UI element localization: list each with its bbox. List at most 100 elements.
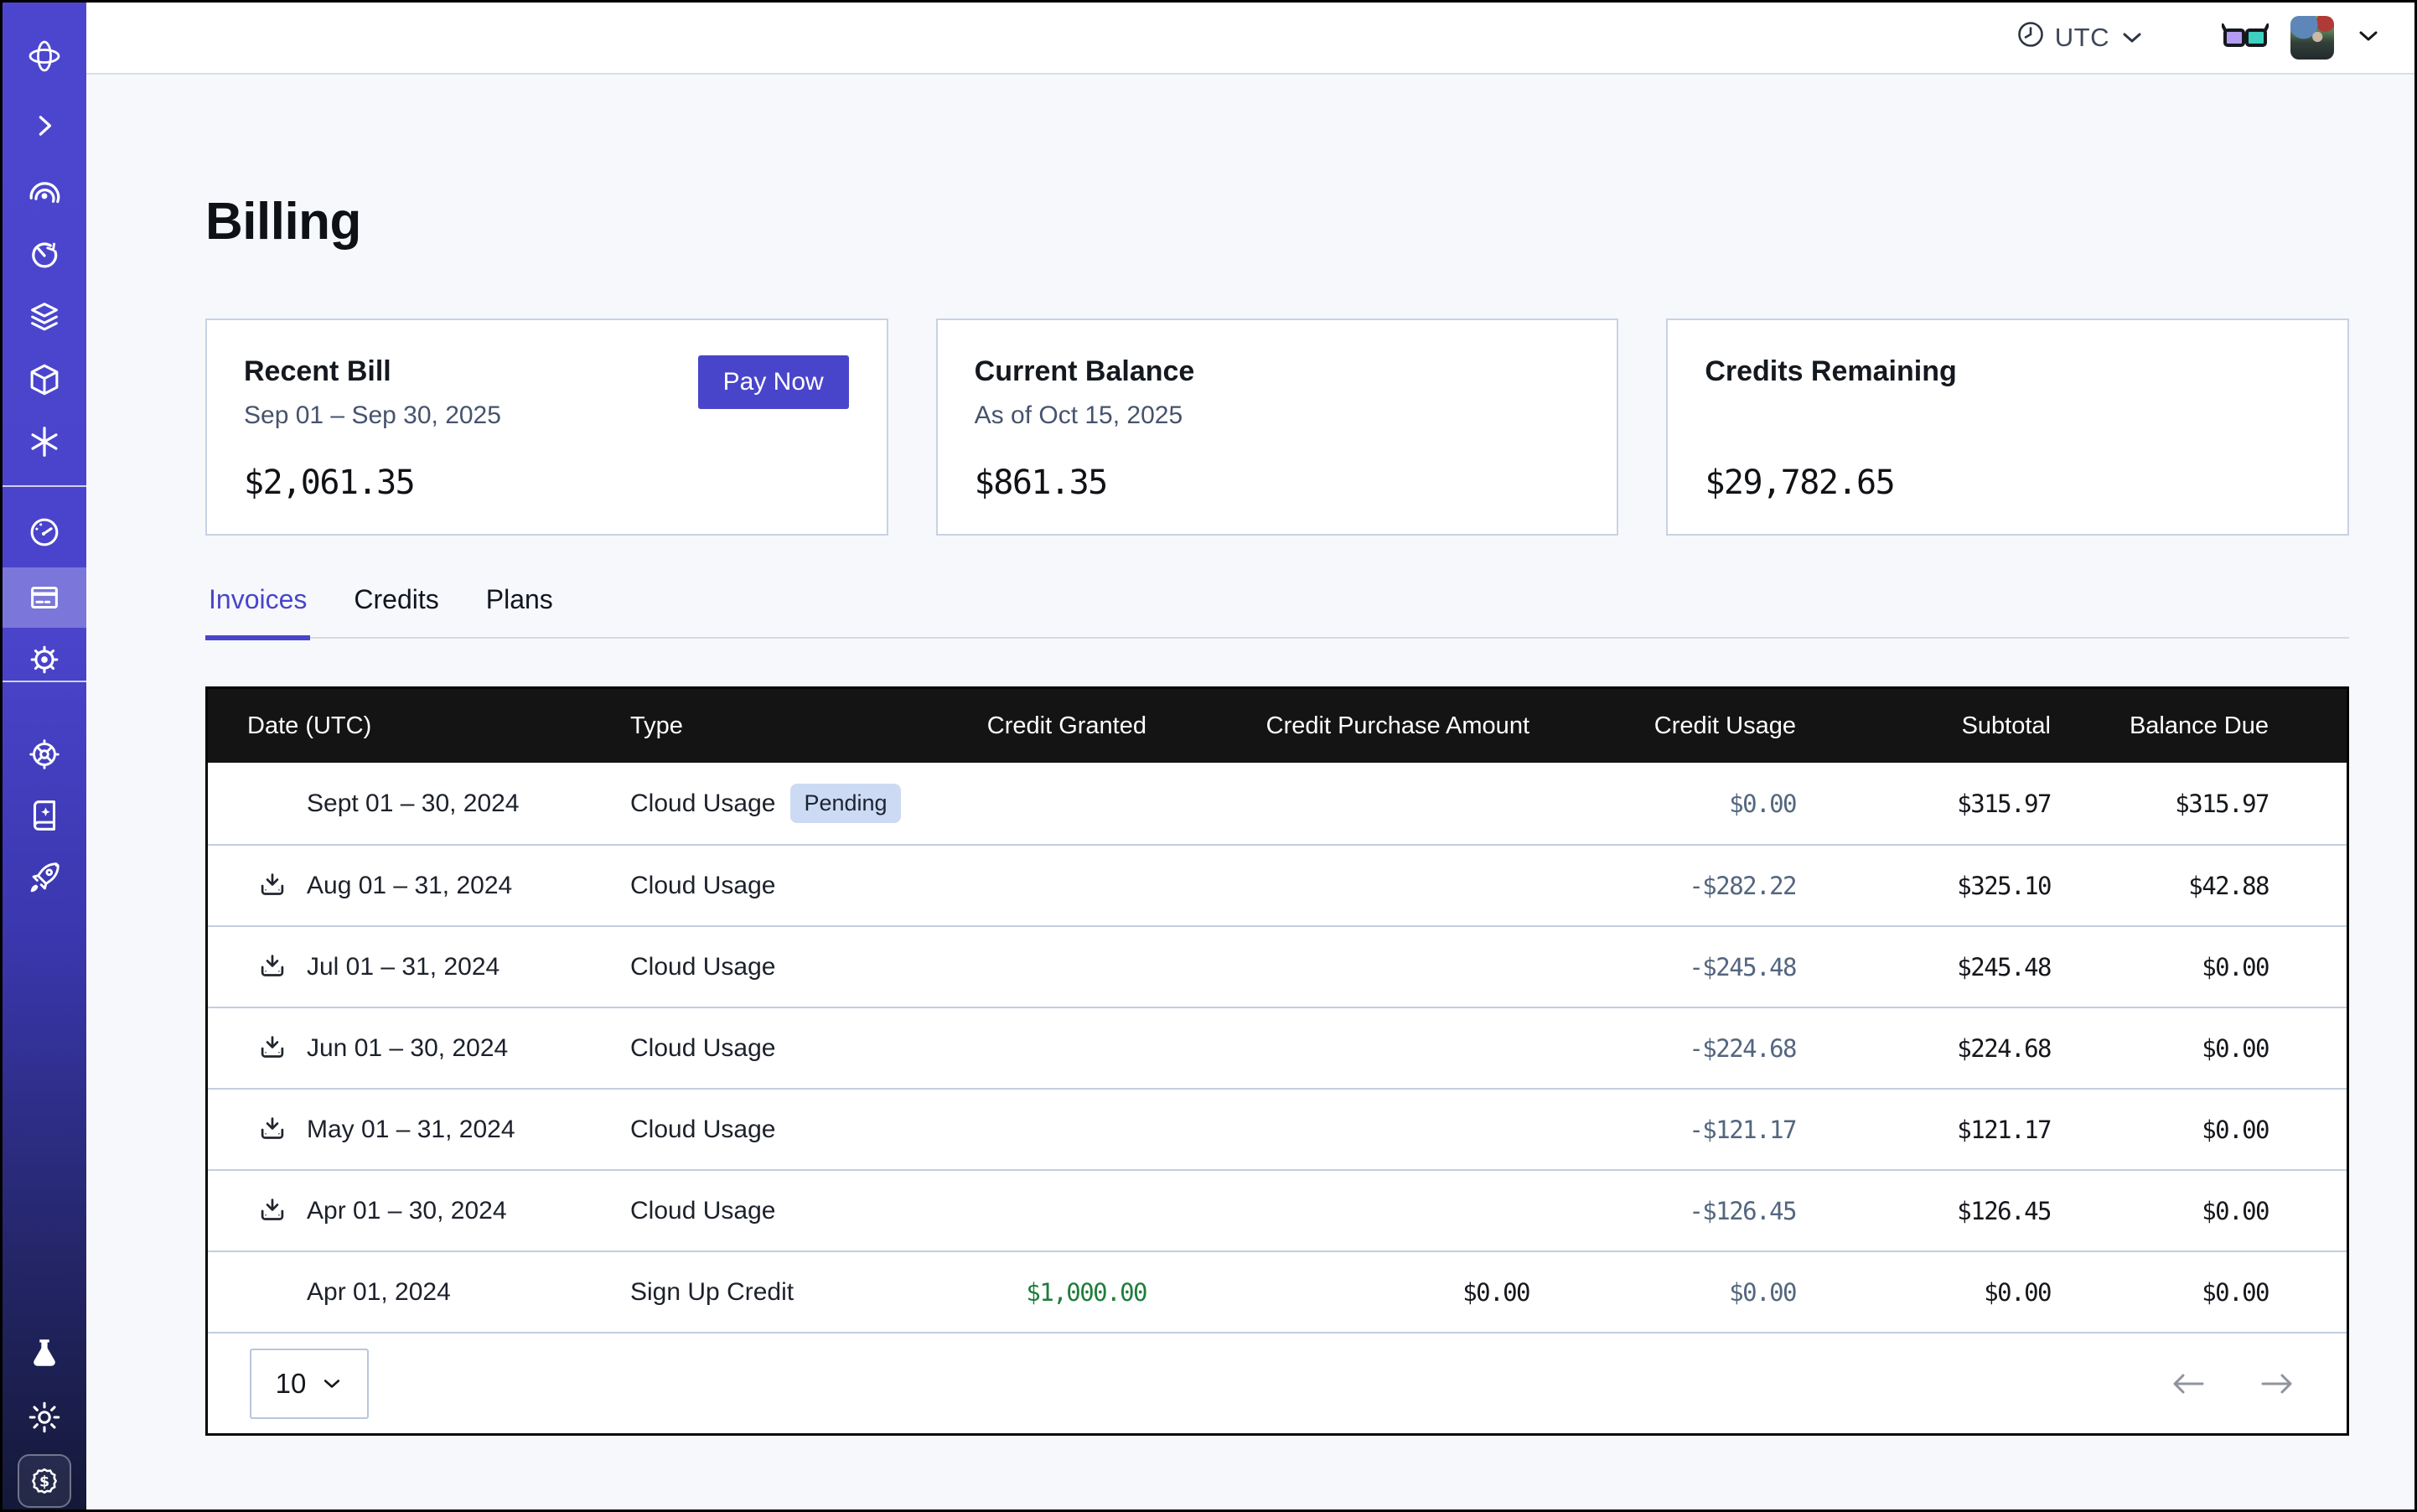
column-header: Subtotal <box>1796 712 2051 740</box>
tab-credits[interactable]: Credits <box>350 584 442 637</box>
invoice-type: Cloud Usage <box>630 790 775 818</box>
invoice-type: Cloud Usage <box>630 1034 775 1063</box>
subtotal-value: $325.10 <box>1796 872 2051 900</box>
invoice-type: Cloud Usage <box>630 872 775 900</box>
sidebar-divider <box>3 681 86 682</box>
theme-sun-icon[interactable] <box>3 1394 86 1441</box>
layers-icon[interactable] <box>3 294 86 341</box>
chevron-down-icon <box>2119 23 2145 53</box>
invoice-type: Sign Up Credit <box>630 1278 794 1307</box>
download-invoice-icon[interactable] <box>256 1113 289 1147</box>
expand-sidebar-chevron-icon[interactable] <box>3 102 86 149</box>
current-balance-card: Current Balance As of Oct 15, 2025 $861.… <box>936 318 1619 536</box>
credit-granted-value: $1,000.00 <box>882 1278 1146 1307</box>
credit-usage-value: -$121.17 <box>1529 1116 1796 1144</box>
column-header: Date (UTC) <box>208 712 630 740</box>
page-size-select[interactable]: 10 <box>250 1349 369 1419</box>
chevron-down-icon <box>321 1376 343 1391</box>
table-footer: 10 <box>208 1332 2347 1433</box>
avatar-image[interactable] <box>2290 16 2334 60</box>
card-title: Credits Remaining <box>1705 355 2311 388</box>
credit-usage-value: -$126.45 <box>1529 1197 1796 1225</box>
card-amount: $2,061.35 <box>244 463 850 502</box>
subtotal-value: $315.97 <box>1796 790 2051 818</box>
account-menu-chevron-icon[interactable] <box>2356 28 2381 49</box>
3d-glasses-icon[interactable] <box>2222 22 2269 54</box>
download-placeholder <box>256 1276 289 1309</box>
invoice-date-cell: Sept 01 – 30, 2024 <box>208 787 630 821</box>
invoice-date: Jun 01 – 30, 2024 <box>307 1034 508 1063</box>
credit-usage-value: $0.00 <box>1529 790 1796 818</box>
invoice-type-cell: Cloud Usage <box>630 872 882 900</box>
invoice-type: Cloud Usage <box>630 1116 775 1144</box>
table-row: Apr 01 – 30, 2024Cloud Usage-$126.45$126… <box>208 1169 2347 1251</box>
settings-gear-icon[interactable] <box>3 636 86 683</box>
invoice-type-cell: Cloud Usage <box>630 953 882 981</box>
next-page-arrow[interactable] <box>2258 1370 2296 1397</box>
download-invoice-icon[interactable] <box>256 869 289 903</box>
credit-usage-value: $0.00 <box>1529 1278 1796 1307</box>
table-row: May 01 – 31, 2024Cloud Usage-$121.17$121… <box>208 1088 2347 1169</box>
invoice-date: Apr 01 – 30, 2024 <box>307 1197 507 1225</box>
invoice-type-cell: Cloud Usage <box>630 1116 882 1144</box>
helm-wheel-icon[interactable] <box>3 731 86 778</box>
page-title: Billing <box>205 192 2349 251</box>
previous-page-arrow[interactable] <box>2169 1370 2207 1397</box>
table-header-row: Date (UTC)TypeCredit GrantedCredit Purch… <box>208 689 2347 763</box>
cube-icon[interactable] <box>3 356 86 403</box>
sidebar-item-billing[interactable] <box>3 567 86 628</box>
download-invoice-icon[interactable] <box>256 1194 289 1228</box>
card-amount: $861.35 <box>975 463 1581 502</box>
invoice-rows: Sept 01 – 30, 2024 Cloud Usage Pending $0.0… <box>208 763 2347 1332</box>
rocket-icon[interactable] <box>3 854 86 901</box>
balance-due-value: $0.00 <box>2051 953 2347 981</box>
invoice-date-cell: Jun 01 – 30, 2024 <box>208 1032 630 1065</box>
card-amount: $29,782.65 <box>1705 463 2311 502</box>
timer-icon[interactable] <box>3 232 86 279</box>
asterisk-icon[interactable] <box>3 418 86 465</box>
table-row: Apr 01, 2024 Sign Up Credit $1,000.00 $0.00… <box>208 1251 2347 1332</box>
observe-eye-icon[interactable] <box>3 170 86 217</box>
tab-plans[interactable]: Plans <box>483 584 556 637</box>
sidebar: $ <box>3 3 86 1509</box>
subtotal-value: $126.45 <box>1796 1197 2051 1225</box>
table-row: Aug 01 – 31, 2024 Cloud Usage -$282.22$325… <box>208 844 2347 925</box>
invoice-type-cell: Cloud Usage <box>630 1034 882 1063</box>
column-header: Credit Granted <box>882 712 1146 740</box>
balance-due-value: $0.00 <box>2051 1116 2347 1144</box>
invoice-date: Sept 01 – 30, 2024 <box>307 790 520 818</box>
clock-icon <box>2016 20 2045 55</box>
balance-due-value: $0.00 <box>2051 1278 2347 1307</box>
invoices-table: Date (UTC)TypeCredit GrantedCredit Purch… <box>205 686 2349 1436</box>
credits-remaining-card: Credits Remaining $29,782.65 <box>1666 318 2349 536</box>
invoice-type-cell: Sign Up Credit <box>630 1278 882 1307</box>
recent-bill-card: Recent Bill Sep 01 – Sep 30, 2025 $2,061… <box>205 318 888 536</box>
docs-book-icon[interactable] <box>3 792 86 839</box>
balance-due-value: $42.88 <box>2051 872 2347 900</box>
subtotal-value: $224.68 <box>1796 1034 2051 1063</box>
topbar: UTC <box>86 3 2414 75</box>
invoice-date: Aug 01 – 31, 2024 <box>307 872 512 900</box>
dashboard-gauge-icon[interactable] <box>3 509 86 556</box>
page-size-value: 10 <box>276 1368 307 1400</box>
credit-usage-value: -$282.22 <box>1529 872 1796 900</box>
pending-status-badge: Pending <box>790 784 900 823</box>
download-invoice-icon[interactable] <box>256 950 289 984</box>
table-row: Jul 01 – 31, 2024Cloud Usage-$245.48$245… <box>208 925 2347 1007</box>
logo-icon[interactable] <box>3 33 86 80</box>
download-invoice-icon[interactable] <box>256 1032 289 1065</box>
column-header: Type <box>630 712 882 740</box>
card-title: Current Balance <box>975 355 1581 388</box>
timezone-selector[interactable]: UTC <box>2016 20 2145 55</box>
download-placeholder <box>256 787 289 821</box>
pay-now-button[interactable]: Pay Now <box>698 355 849 409</box>
invoice-date: Apr 01, 2024 <box>307 1278 451 1307</box>
credits-dollar-badge-button[interactable]: $ <box>18 1454 71 1508</box>
table-row: Jun 01 – 30, 2024Cloud Usage-$224.68$224… <box>208 1007 2347 1088</box>
pagination-arrows <box>2169 1370 2296 1397</box>
tab-invoices[interactable]: Invoices <box>205 584 310 637</box>
billing-tabs: Invoices Credits Plans <box>205 584 2349 639</box>
timezone-label: UTC <box>2055 23 2109 53</box>
invoice-date-cell: Apr 01, 2024 <box>208 1276 630 1309</box>
labs-flask-icon[interactable] <box>3 1330 86 1377</box>
